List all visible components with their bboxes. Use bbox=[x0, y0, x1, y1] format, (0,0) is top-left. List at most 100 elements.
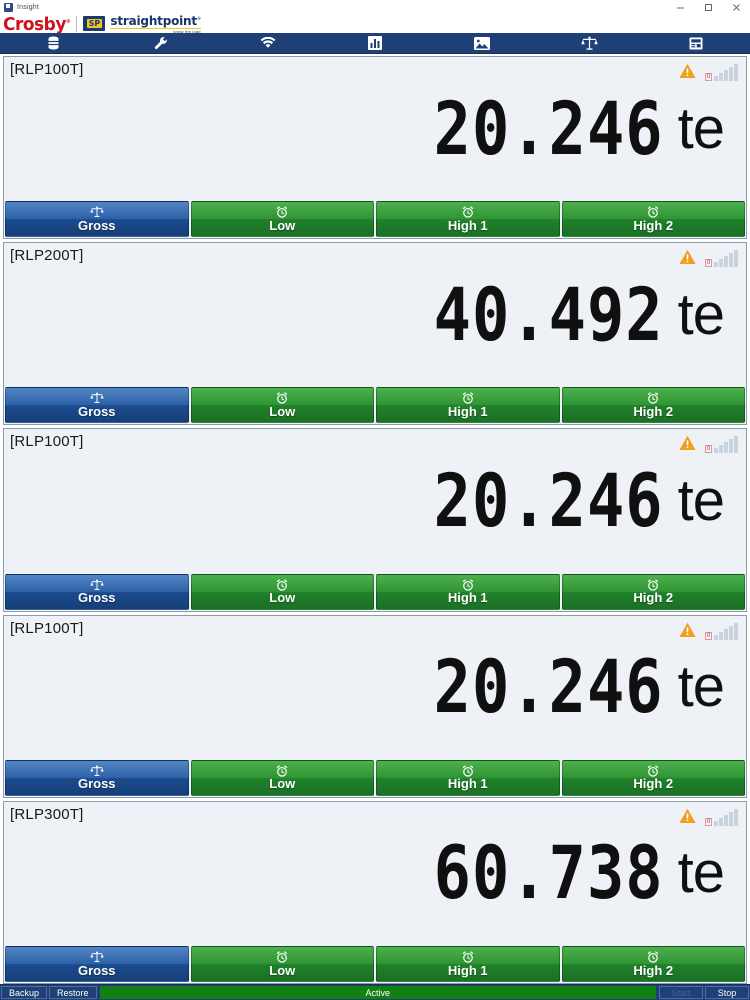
chart-icon bbox=[368, 36, 382, 50]
high1-alarm-label: High 1 bbox=[448, 591, 488, 605]
low-alarm-button[interactable]: Low bbox=[191, 574, 375, 610]
low-alarm-label: Low bbox=[269, 591, 295, 605]
signal-bar-3 bbox=[724, 70, 728, 81]
signal-strength-icon: 0 bbox=[705, 249, 738, 267]
warning-icon[interactable] bbox=[679, 63, 696, 84]
signal-bar-4 bbox=[729, 626, 733, 640]
alarm-clock-icon bbox=[462, 392, 474, 405]
sp-badge-label: SP bbox=[87, 19, 103, 28]
scale-icon bbox=[90, 392, 104, 405]
toolbar-item-calibration[interactable] bbox=[536, 33, 643, 53]
load-cell-panel[interactable]: [RLP100T] 0 20.246 bbox=[3, 428, 747, 611]
gross-button[interactable]: Gross bbox=[5, 387, 189, 423]
high1-alarm-button[interactable]: High 1 bbox=[376, 387, 560, 423]
toolbar-item-settings[interactable] bbox=[107, 33, 214, 53]
signal-strength-icon: 0 bbox=[705, 63, 738, 81]
panel-title: [RLP100T] bbox=[10, 61, 84, 78]
brand-bar: Crosby® SP straightpoint® know the load bbox=[0, 14, 750, 33]
low-alarm-label: Low bbox=[269, 964, 295, 978]
panel-readout-area: [RLP200T] 0 40.492 bbox=[4, 243, 746, 386]
close-button[interactable] bbox=[722, 0, 750, 14]
alarm-clock-icon bbox=[647, 206, 659, 219]
signal-bar-5 bbox=[734, 436, 738, 453]
scale-icon bbox=[90, 206, 104, 219]
low-alarm-label: Low bbox=[269, 405, 295, 419]
high2-alarm-button[interactable]: High 2 bbox=[562, 201, 746, 237]
high2-alarm-button[interactable]: High 2 bbox=[562, 760, 746, 796]
signal-bar-2 bbox=[719, 632, 723, 640]
panel-button-row: Gross Low High 1 bbox=[4, 200, 746, 238]
start-button[interactable]: Start bbox=[659, 986, 703, 999]
high1-alarm-label: High 1 bbox=[448, 964, 488, 978]
signal-bar-1 bbox=[714, 448, 718, 453]
high1-alarm-button[interactable]: High 1 bbox=[376, 574, 560, 610]
toolbar-item-database[interactable] bbox=[0, 33, 107, 53]
load-cell-panel[interactable]: [RLP100T] 0 20.246 bbox=[3, 56, 747, 239]
main-toolbar bbox=[0, 33, 750, 54]
load-cell-panel[interactable]: [RLP300T] 0 60.738 bbox=[3, 801, 747, 984]
stop-button[interactable]: Stop bbox=[705, 986, 749, 999]
high2-alarm-label: High 2 bbox=[633, 219, 673, 233]
high1-alarm-button[interactable]: High 1 bbox=[376, 201, 560, 237]
restore-button[interactable]: Restore bbox=[49, 986, 97, 999]
signal-bar-5 bbox=[734, 250, 738, 267]
low-alarm-label: Low bbox=[269, 219, 295, 233]
high1-alarm-button[interactable]: High 1 bbox=[376, 760, 560, 796]
warning-icon[interactable] bbox=[679, 435, 696, 456]
low-alarm-button[interactable]: Low bbox=[191, 201, 375, 237]
warning-icon[interactable] bbox=[679, 249, 696, 270]
high2-alarm-button[interactable]: High 2 bbox=[562, 946, 746, 982]
wrench-icon bbox=[154, 36, 168, 51]
gross-button-label: Gross bbox=[78, 591, 116, 605]
high2-alarm-label: High 2 bbox=[633, 591, 673, 605]
straightpoint-logo: straightpoint® know the load bbox=[110, 14, 200, 33]
crosby-logo: Crosby® bbox=[3, 14, 70, 33]
gross-button-label: Gross bbox=[78, 777, 116, 791]
wifi-icon bbox=[260, 37, 276, 49]
weight-value: 20.246 bbox=[434, 464, 664, 537]
weight-value: 20.246 bbox=[434, 92, 664, 165]
panel-button-row: Gross Low High 1 bbox=[4, 573, 746, 611]
high2-alarm-button[interactable]: High 2 bbox=[562, 574, 746, 610]
weight-readout: 20.246 te bbox=[4, 656, 746, 718]
low-alarm-button[interactable]: Low bbox=[191, 760, 375, 796]
signal-bar-3 bbox=[724, 629, 728, 640]
alarm-clock-icon bbox=[647, 392, 659, 405]
database-icon bbox=[47, 36, 60, 51]
maximize-button[interactable] bbox=[694, 0, 722, 14]
backup-button[interactable]: Backup bbox=[1, 986, 47, 999]
warning-icon[interactable] bbox=[679, 808, 696, 829]
signal-bar-1 bbox=[714, 635, 718, 640]
straightpoint-wordmark-row: straightpoint® bbox=[110, 14, 200, 27]
gross-button-label: Gross bbox=[78, 219, 116, 233]
image-icon bbox=[474, 37, 490, 50]
warning-icon[interactable] bbox=[679, 622, 696, 643]
gross-button[interactable]: Gross bbox=[5, 760, 189, 796]
minimize-button[interactable] bbox=[666, 0, 694, 14]
gross-button[interactable]: Gross bbox=[5, 574, 189, 610]
crosby-registered-mark: ® bbox=[66, 18, 71, 24]
signal-value: 0 bbox=[705, 818, 712, 826]
straightpoint-wordmark: straightpoint bbox=[110, 14, 197, 28]
gross-button[interactable]: Gross bbox=[5, 946, 189, 982]
high1-alarm-button[interactable]: High 1 bbox=[376, 946, 560, 982]
toolbar-item-charts[interactable] bbox=[321, 33, 428, 53]
panel-readout-area: [RLP100T] 0 20.246 bbox=[4, 57, 746, 200]
weight-unit: te bbox=[678, 286, 724, 344]
high2-alarm-button[interactable]: High 2 bbox=[562, 387, 746, 423]
signal-bar-2 bbox=[719, 73, 723, 81]
panel-title: [RLP100T] bbox=[10, 620, 84, 637]
low-alarm-button[interactable]: Low bbox=[191, 387, 375, 423]
weight-unit: te bbox=[678, 658, 724, 716]
weight-unit: te bbox=[678, 100, 724, 158]
gross-button[interactable]: Gross bbox=[5, 201, 189, 237]
high1-alarm-label: High 1 bbox=[448, 777, 488, 791]
toolbar-item-display[interactable] bbox=[643, 33, 750, 53]
toolbar-item-image[interactable] bbox=[429, 33, 536, 53]
panel-title: [RLP300T] bbox=[10, 806, 84, 823]
load-cell-panel[interactable]: [RLP100T] 0 20.246 bbox=[3, 615, 747, 798]
low-alarm-button[interactable]: Low bbox=[191, 946, 375, 982]
signal-value: 0 bbox=[705, 445, 712, 453]
load-cell-panel[interactable]: [RLP200T] 0 40.492 bbox=[3, 242, 747, 425]
toolbar-item-wireless[interactable] bbox=[214, 33, 321, 53]
